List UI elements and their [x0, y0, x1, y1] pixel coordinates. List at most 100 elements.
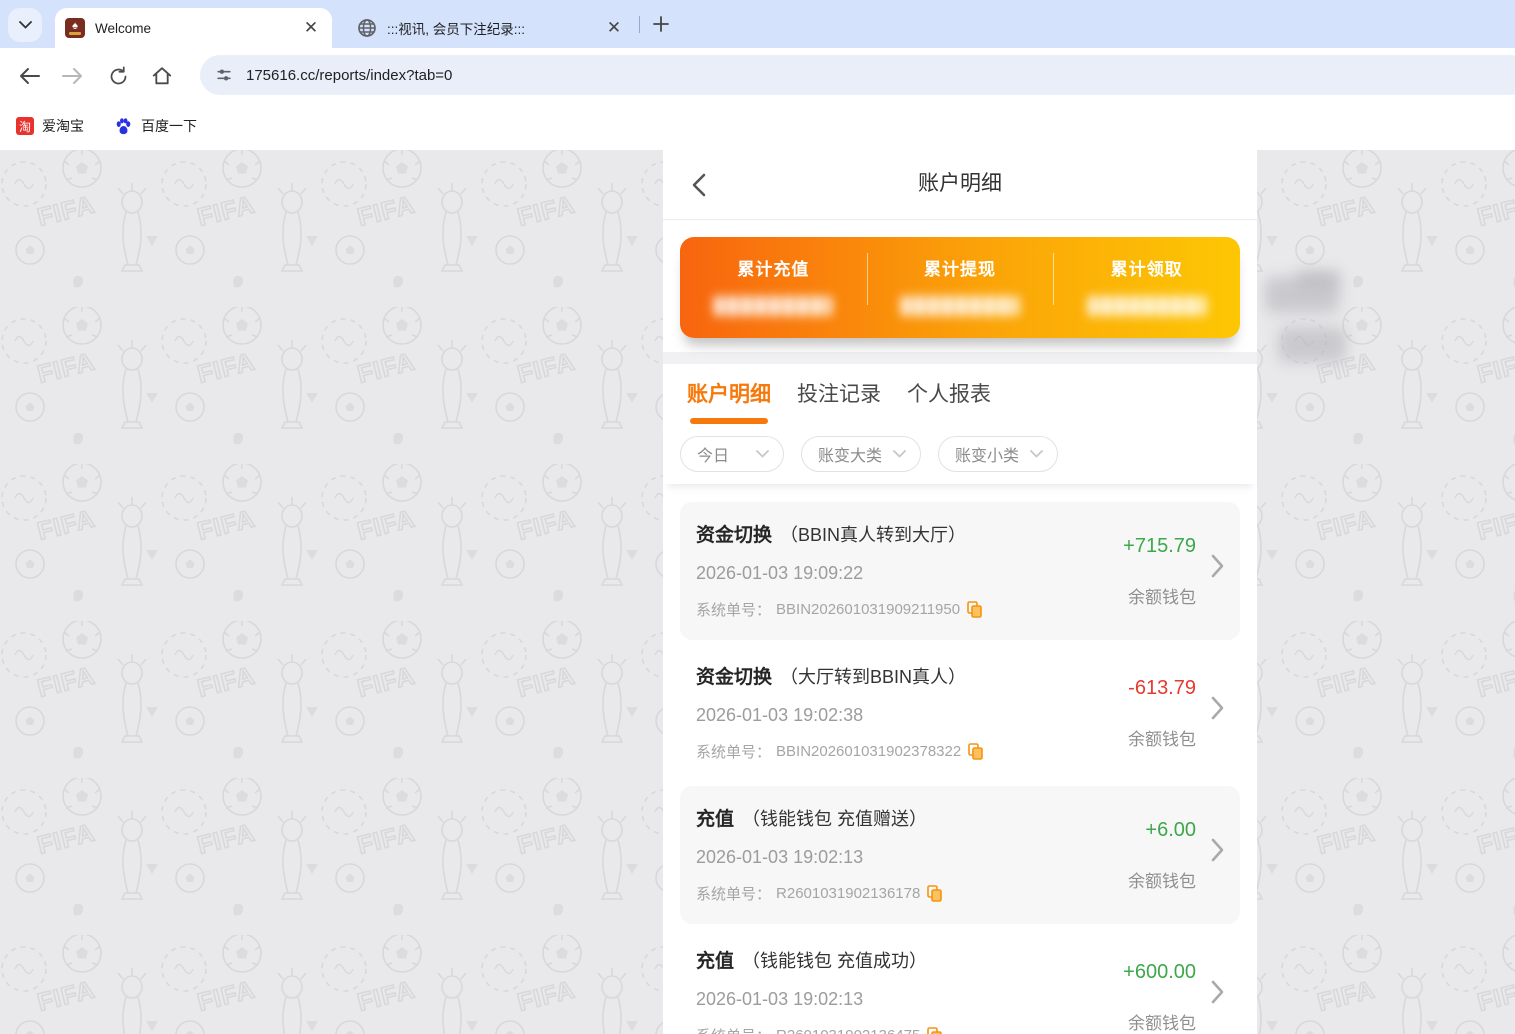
transaction-order: 系统单号： BBIN202601031909211950	[696, 599, 1090, 620]
row-amount-block: +600.00 余额钱包	[1123, 928, 1196, 1034]
copy-icon[interactable]	[927, 885, 943, 902]
transaction-subtitle: （钱能钱包 充值成功）	[742, 951, 928, 971]
wallet-label: 余额钱包	[1128, 588, 1196, 607]
transaction-order: 系统单号： R2601031902136475	[696, 1025, 1090, 1034]
filter-minor-category-dropdown[interactable]: 账变小类	[938, 436, 1058, 472]
summary-label: 累计充值	[737, 260, 810, 279]
panel-header: 账户明细	[663, 150, 1257, 220]
order-number: BBIN202601031902378322	[776, 743, 962, 760]
order-label: 系统单号：	[696, 744, 772, 761]
chevron-down-icon	[1030, 450, 1043, 458]
row-title: 资金切换 （大厅转到BBIN真人）	[696, 662, 1090, 689]
transaction-row[interactable]: 资金切换 （大厅转到BBIN真人） 2026-01-03 19:02:38 系统…	[680, 644, 1240, 782]
chevron-down-icon	[756, 450, 769, 458]
row-amount-block: +6.00 余额钱包	[1128, 786, 1196, 892]
transaction-type: 充值	[696, 809, 735, 830]
bookmark-baidu[interactable]: 百度一下	[114, 116, 197, 136]
summary-total-deposit: 累计充值	[680, 237, 867, 338]
new-tab-button[interactable]	[648, 11, 674, 37]
chevron-right-icon[interactable]	[1211, 696, 1224, 720]
filters-bar: 今日 账变大类 账变小类	[663, 424, 1257, 484]
bookmark-label: 百度一下	[141, 118, 197, 134]
transaction-row[interactable]: 充值 （钱能钱包 充值成功） 2026-01-03 19:02:13 系统单号：…	[680, 928, 1240, 1034]
browser-tabstrip: ♠ Welcome ✕ :::视讯, 会员下注纪录::: ✕	[0, 0, 1515, 48]
chevron-right-icon[interactable]	[1211, 980, 1224, 1004]
blurred-widget	[1296, 270, 1340, 288]
masked-value	[901, 296, 1019, 316]
plus-icon	[653, 16, 669, 32]
tab-bet-records[interactable]: 投注记录	[797, 378, 881, 424]
order-number: R2601031902136475	[776, 1027, 920, 1034]
reload-button[interactable]	[105, 63, 131, 89]
blurred-widget	[1278, 327, 1346, 362]
chevron-right-icon[interactable]	[1211, 838, 1224, 862]
back-button[interactable]	[16, 63, 42, 89]
tab-account-detail[interactable]: 账户明细	[687, 378, 771, 424]
summary-card: 累计充值 累计提现 累计领取	[680, 237, 1240, 338]
close-icon[interactable]: ✕	[300, 17, 322, 39]
chevron-left-icon	[692, 173, 706, 197]
transaction-subtitle: （大厅转到BBIN真人）	[780, 667, 967, 687]
transaction-amount: -613.79	[1128, 677, 1196, 699]
baidu-paw-icon	[116, 117, 131, 134]
account-detail-panel: 账户明细 累计充值 累计提现 累计领取 账户明细 投注记录 个人报表 今日 账变…	[663, 150, 1257, 1034]
close-icon[interactable]: ✕	[603, 17, 625, 39]
back-arrow-icon	[20, 68, 40, 84]
back-chevron-button[interactable]	[691, 172, 715, 198]
order-number: R2601031902136178	[776, 885, 921, 902]
tab-title: Welcome	[95, 20, 152, 36]
order-number: BBIN202601031909211950	[776, 601, 961, 618]
report-tabs: 账户明细 投注记录 个人报表	[663, 364, 1257, 424]
bookmark-label: 爱淘宝	[42, 118, 84, 134]
casino-favicon: ♠	[65, 18, 85, 38]
home-button[interactable]	[149, 63, 175, 89]
transaction-type: 充值	[696, 951, 735, 972]
transaction-datetime: 2026-01-03 19:02:13	[696, 989, 864, 1009]
chevron-down-icon	[18, 21, 32, 29]
order-label: 系统单号：	[696, 886, 772, 903]
transaction-row[interactable]: 资金切换 （BBIN真人转到大厅） 2026-01-03 19:09:22 系统…	[680, 502, 1240, 640]
site-settings-icon[interactable]	[214, 65, 234, 85]
url-text[interactable]: 175616.cc/reports/index?tab=0	[246, 67, 452, 84]
home-icon	[152, 67, 172, 85]
wallet-label: 余额钱包	[1128, 872, 1196, 891]
transaction-row[interactable]: 充值 （钱能钱包 充值赠送） 2026-01-03 19:02:13 系统单号：…	[680, 786, 1240, 924]
forward-button[interactable]	[60, 63, 86, 89]
wallet-label: 余额钱包	[1128, 730, 1196, 749]
filter-label: 今日	[697, 448, 730, 465]
transaction-type: 资金切换	[696, 525, 773, 546]
summary-total-claimed: 累计领取	[1053, 237, 1240, 338]
tab-divider	[639, 16, 640, 33]
wallet-label: 余额钱包	[1128, 1014, 1196, 1033]
transaction-datetime: 2026-01-03 19:02:13	[696, 847, 864, 867]
row-title: 资金切换 （BBIN真人转到大厅）	[696, 520, 1090, 547]
tab-personal-report[interactable]: 个人报表	[907, 378, 991, 424]
bookmark-aitaobao[interactable]: 淘 爱淘宝	[16, 116, 84, 136]
filter-label: 账变小类	[955, 448, 1020, 465]
copy-icon[interactable]	[927, 1027, 943, 1034]
summary-label: 累计提现	[924, 260, 996, 279]
summary-total-withdraw: 累计提现	[866, 237, 1054, 338]
transaction-list: 资金切换 （BBIN真人转到大厅） 2026-01-03 19:09:22 系统…	[663, 484, 1257, 1034]
filter-major-category-dropdown[interactable]: 账变大类	[801, 436, 921, 472]
tab-title: :::视讯, 会员下注纪录:::	[387, 22, 526, 37]
copy-icon[interactable]	[968, 743, 983, 760]
filter-date-dropdown[interactable]: 今日	[680, 436, 784, 472]
transaction-datetime: 2026-01-03 19:02:38	[696, 705, 864, 725]
tab-betting-records[interactable]: :::视讯, 会员下注纪录::: ✕	[347, 8, 635, 48]
order-label: 系统单号：	[696, 602, 772, 619]
address-bar[interactable]: 175616.cc/reports/index?tab=0	[200, 55, 1515, 95]
tab-welcome[interactable]: ♠ Welcome ✕	[55, 8, 332, 48]
globe-icon	[358, 19, 376, 37]
tab-search-button[interactable]	[8, 8, 42, 42]
copy-icon[interactable]	[967, 601, 982, 618]
filter-label: 账变大类	[818, 448, 883, 465]
row-title: 充值 （钱能钱包 充值成功）	[696, 946, 1090, 973]
summary-section: 累计充值 累计提现 累计领取	[663, 220, 1257, 352]
taobao-icon: 淘	[16, 117, 34, 135]
forward-arrow-icon	[62, 68, 82, 84]
chevron-right-icon[interactable]	[1211, 554, 1224, 578]
summary-label: 累计领取	[1110, 260, 1183, 279]
masked-value	[714, 296, 833, 316]
reload-icon	[110, 65, 126, 84]
